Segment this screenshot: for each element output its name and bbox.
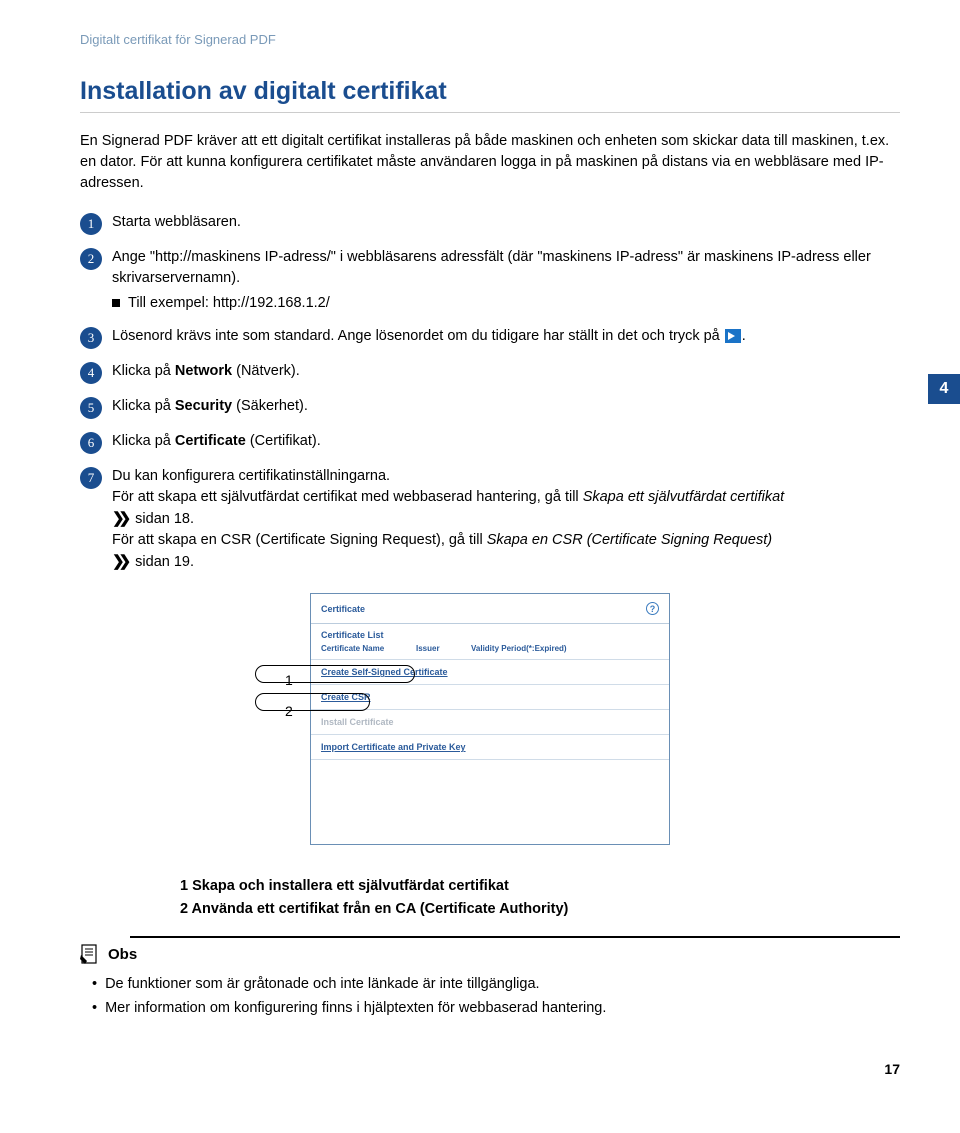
figure-legend: 1 Skapa och installera ett självutfärdat…: [180, 875, 900, 921]
note-heading: Obs: [80, 944, 900, 966]
step-body: Starta webbläsaren.: [112, 212, 900, 233]
step-number: 1: [80, 213, 102, 235]
step-number: 5: [80, 397, 102, 419]
step-line: sidan 18.: [131, 511, 194, 527]
double-chevron-icon: ❯❯: [112, 510, 131, 527]
step-line: För att skapa ett självutfärdat certifik…: [112, 489, 583, 505]
step-text: Klicka på: [112, 398, 175, 414]
step-number: 3: [80, 327, 102, 349]
row-empty: [311, 759, 669, 784]
step-text: Klicka på: [112, 433, 175, 449]
row-install-certificate: Install Certificate: [311, 709, 669, 734]
submit-arrow-icon: [725, 329, 741, 343]
note-heading-text: Obs: [108, 946, 137, 963]
step-number: 6: [80, 432, 102, 454]
step-text: (Nätverk).: [232, 363, 300, 379]
disabled-install-certificate: Install Certificate: [321, 717, 394, 727]
page-header: Digitalt certifikat för Signerad PDF: [80, 32, 900, 47]
step-2: 2 Ange "http://maskinens IP-adress/" i w…: [80, 247, 900, 314]
step-em: Skapa en CSR (Certificate Signing Reques…: [487, 532, 772, 548]
step-number: 7: [80, 467, 102, 489]
step-line: För att skapa en CSR (Certificate Signin…: [112, 532, 487, 548]
step-line: Du kan konfigurera certifikatinställning…: [112, 468, 390, 484]
step-text: Ange "http://maskinens IP-adress/" i web…: [112, 249, 871, 286]
panel-header: Certificate ?: [311, 594, 669, 624]
col-validity: Validity Period(*:Expired): [471, 644, 567, 653]
panel-subtitle: Certificate List: [311, 624, 669, 640]
note-block: Obs De funktioner som är gråtonade och i…: [130, 936, 900, 1021]
step-body: Klicka på Network (Nätverk).: [112, 361, 900, 382]
callout-ring-1: [255, 665, 415, 683]
square-bullet-icon: [112, 299, 120, 307]
note-item: Mer information om konfigurering finns i…: [92, 996, 900, 1021]
help-icon[interactable]: ?: [646, 602, 659, 615]
step-3: 3 Lösenord krävs inte som standard. Ange…: [80, 326, 900, 349]
step-number: 4: [80, 362, 102, 384]
step-bold: Security: [175, 398, 232, 414]
step-4: 4 Klicka på Network (Nätverk).: [80, 361, 900, 384]
step-1: 1 Starta webbläsaren.: [80, 212, 900, 235]
step-number: 2: [80, 248, 102, 270]
note-item: De funktioner som är gråtonade och inte …: [92, 972, 900, 997]
step-body: Lösenord krävs inte som standard. Ange l…: [112, 326, 900, 347]
step-body: Klicka på Certificate (Certifikat).: [112, 431, 900, 452]
step-text: (Säkerhet).: [232, 398, 308, 414]
step-bold: Certificate: [175, 433, 246, 449]
col-name: Certificate Name: [321, 644, 416, 653]
step-bold: Network: [175, 363, 232, 379]
step-6: 6 Klicka på Certificate (Certifikat).: [80, 431, 900, 454]
intro-paragraph: En Signerad PDF kräver att ett digitalt …: [80, 131, 900, 194]
section-badge: 4: [928, 374, 960, 404]
certificate-panel: Certificate ? Certificate List Certifica…: [310, 593, 670, 845]
step-em: Skapa ett självutfärdat certifikat: [583, 489, 785, 505]
step-line: sidan 19.: [131, 554, 194, 570]
step-text: .: [742, 328, 746, 344]
legend-item-2: 2 Använda ett certifikat från en CA (Cer…: [180, 898, 900, 921]
step-text: Klicka på: [112, 363, 175, 379]
panel-columns: Certificate Name Issuer Validity Period(…: [311, 640, 669, 659]
step-sub-bullet: Till exempel: http://192.168.1.2/: [112, 293, 900, 314]
certificate-figure: 1 2 Certificate ? Certificate List Certi…: [80, 593, 900, 845]
note-items: De funktioner som är gråtonade och inte …: [92, 972, 900, 1021]
step-7: 7 Du kan konfigurera certifikatinställni…: [80, 466, 900, 573]
page-number: 17: [80, 1061, 900, 1077]
step-5: 5 Klicka på Security (Säkerhet).: [80, 396, 900, 419]
callout-ring-2: [255, 693, 370, 711]
step-list: 1 Starta webbläsaren. 2 Ange "http://mas…: [80, 212, 900, 573]
page-title: Installation av digitalt certifikat: [80, 77, 900, 113]
panel-title: Certificate: [321, 604, 365, 614]
link-import-certificate[interactable]: Import Certificate and Private Key: [321, 742, 466, 752]
double-chevron-icon: ❯❯: [112, 553, 131, 570]
step-text: Lösenord krävs inte som standard. Ange l…: [112, 328, 724, 344]
step-sub-text: Till exempel: http://192.168.1.2/: [128, 293, 330, 314]
step-body: Du kan konfigurera certifikatinställning…: [112, 466, 900, 573]
step-body: Ange "http://maskinens IP-adress/" i web…: [112, 247, 900, 314]
col-issuer: Issuer: [416, 644, 471, 653]
legend-item-1: 1 Skapa och installera ett självutfärdat…: [180, 875, 900, 898]
row-import-certificate: Import Certificate and Private Key: [311, 734, 669, 759]
step-text: (Certifikat).: [246, 433, 321, 449]
note-icon: [80, 944, 100, 966]
step-body: Klicka på Security (Säkerhet).: [112, 396, 900, 417]
